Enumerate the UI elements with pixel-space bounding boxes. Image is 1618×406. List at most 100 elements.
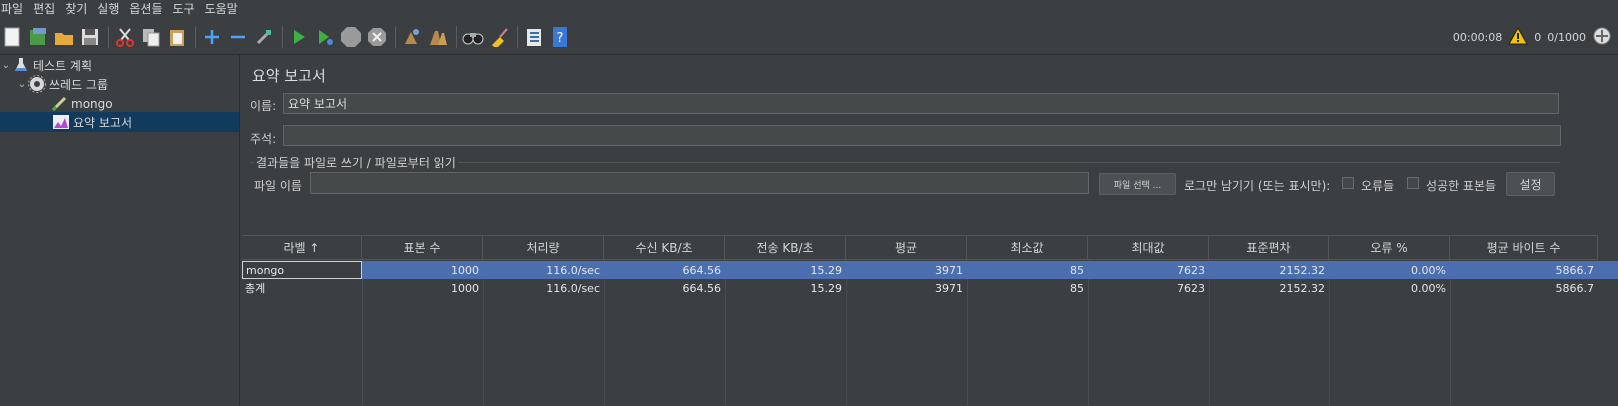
warning-icon[interactable] [1508,26,1529,48]
col-throughput[interactable]: 처리량 [483,235,604,260]
col-std-dev[interactable]: 표준편차 [1209,235,1329,260]
menu-tools[interactable]: 도구 [172,0,202,18]
cell-label[interactable]: mongo [242,261,362,279]
active-threads: 0/1000 [1547,30,1586,44]
errors-checkbox[interactable] [1342,177,1354,189]
save-icon[interactable] [79,26,101,48]
flask-icon [12,56,30,74]
toolbar-separator [108,26,109,48]
chevron-down-icon[interactable]: ⌄ [16,79,28,90]
cell-error-pct: 0.00% [1411,281,1446,295]
report-icon [52,113,70,131]
summary-table: 라벨 ↑ 표본 수 처리량 수신 KB/초 전송 KB/초 평균 최소값 최대값… [242,235,1618,406]
cell-throughput: 116.0/sec [546,281,600,295]
shutdown-icon[interactable] [366,26,388,48]
cell-error-pct: 0.00% [1411,263,1446,277]
tree-item-summary-report[interactable]: 요약 보고서 [0,112,239,132]
menu-file[interactable]: 파일 [0,0,30,18]
elapsed-timer: 00:00:08 [1452,30,1503,44]
col-average[interactable]: 평균 [846,235,967,260]
errors-label: 오류들 [1361,179,1395,193]
cell-average: 3971 [935,281,963,295]
cell-throughput: 116.0/sec [546,263,600,277]
comment-label: 주석: [250,132,277,146]
cell-label: 총계 [245,282,266,295]
copy-icon[interactable] [140,26,162,48]
cell-avg-bytes: 5866.7 [1555,263,1595,277]
menu-help[interactable]: 도움말 [204,0,245,18]
table-row[interactable]: 총계 1000 116.0/sec 664.56 15.29 3971 85 7… [242,279,1618,297]
toolbar-separator [517,26,518,48]
new-icon[interactable] [1,26,23,48]
start-no-pause-icon[interactable] [314,26,336,48]
cell-max: 7623 [1177,263,1205,277]
cut-icon[interactable] [114,26,136,48]
tree-item-test-plan[interactable]: ⌄ 테스트 계획 [0,55,92,75]
successes-label: 성공한 표본들 [1426,179,1497,193]
clear-all-icon[interactable] [427,26,449,48]
group-title: 결과들을 파일로 쓰기 / 파일로부터 읽기 [254,154,458,171]
svg-text:?: ? [557,31,564,46]
clear-icon[interactable] [401,26,423,48]
menu-options[interactable]: 옵션들 [128,0,169,18]
menu-run[interactable]: 실행 [96,0,126,18]
help-icon[interactable]: ? [549,26,571,48]
tree-item-thread-group[interactable]: ⌄ 쓰레드 그룹 [16,74,108,94]
cell-average: 3971 [935,263,963,277]
cell-avg-bytes: 5866.7 [1555,281,1595,295]
browse-button[interactable]: 파일 선택 ... [1099,173,1176,195]
test-plan-tree: ⌄ 테스트 계획 ⌄ 쓰레드 그룹 mongo 요약 보고서 [0,55,240,406]
tree-item-label: mongo [71,97,113,111]
col-avg-bytes[interactable]: 평균 바이트 수 [1450,235,1598,260]
paste-icon[interactable] [166,26,188,48]
table-row[interactable]: mongo 1000 116.0/sec 664.56 15.29 3971 8… [242,261,1618,279]
cell-min: 85 [1070,281,1084,295]
menu-search[interactable]: 찾기 [64,0,94,18]
toggle-icon[interactable] [253,26,275,48]
name-field[interactable] [283,93,1559,114]
gear-icon [28,75,46,93]
toolbar-separator [395,26,396,48]
remote-status-icon [1592,26,1612,49]
search-icon[interactable] [462,26,484,48]
tree-item-label: 요약 보고서 [73,115,133,130]
function-helper-icon[interactable] [523,26,545,48]
stop-icon[interactable] [340,26,362,48]
successes-checkbox[interactable] [1407,177,1419,189]
col-received-kb[interactable]: 수신 KB/초 [604,235,725,260]
cell-sent-kb: 15.29 [810,263,843,277]
col-error-pct[interactable]: 오류 % [1329,235,1450,260]
table-header: 라벨 ↑ 표본 수 처리량 수신 KB/초 전송 KB/초 평균 최소값 최대값… [242,235,1618,260]
start-icon[interactable] [288,26,310,48]
log-only-label: 로그만 남기기 (또는 표시만): [1184,179,1331,193]
cell-std-dev: 2152.32 [1279,281,1326,295]
templates-icon[interactable] [27,26,49,48]
col-label[interactable]: 라벨 ↑ [242,235,362,260]
page-title: 요약 보고서 [252,67,326,85]
expand-icon[interactable] [201,26,223,48]
toolbar: ? 00:00:08 0 0/1000 [0,20,1618,55]
file-name-field[interactable] [310,172,1089,194]
cell-received-kb: 664.56 [682,281,722,295]
col-samples[interactable]: 표본 수 [362,235,483,260]
chevron-down-icon[interactable]: ⌄ [0,60,12,71]
comment-field[interactable] [283,125,1561,146]
tree-item-sampler[interactable]: mongo [50,94,113,114]
warning-count: 0 [1534,30,1542,44]
sampler-pen-icon [50,95,68,113]
reset-search-icon[interactable] [488,26,510,48]
col-max[interactable]: 최대값 [1088,235,1209,260]
name-label: 이름: [250,99,277,113]
cell-std-dev: 2152.32 [1279,263,1326,277]
col-sent-kb[interactable]: 전송 KB/초 [725,235,846,260]
configure-button[interactable]: 설정 [1506,172,1555,196]
cell-received-kb: 664.56 [682,263,722,277]
summary-report-panel: 요약 보고서 이름: 주석: 결과들을 파일로 쓰기 / 파일로부터 읽기 파일… [240,55,1618,406]
cell-samples: 1000 [451,263,479,277]
toolbar-separator [282,26,283,48]
open-icon[interactable] [53,26,75,48]
collapse-icon[interactable] [227,26,249,48]
menu-bar: 파일 편집 찾기 실행 옵션들 도구 도움말 [0,0,1618,18]
col-min[interactable]: 최소값 [967,235,1088,260]
menu-edit[interactable]: 편집 [32,0,62,18]
